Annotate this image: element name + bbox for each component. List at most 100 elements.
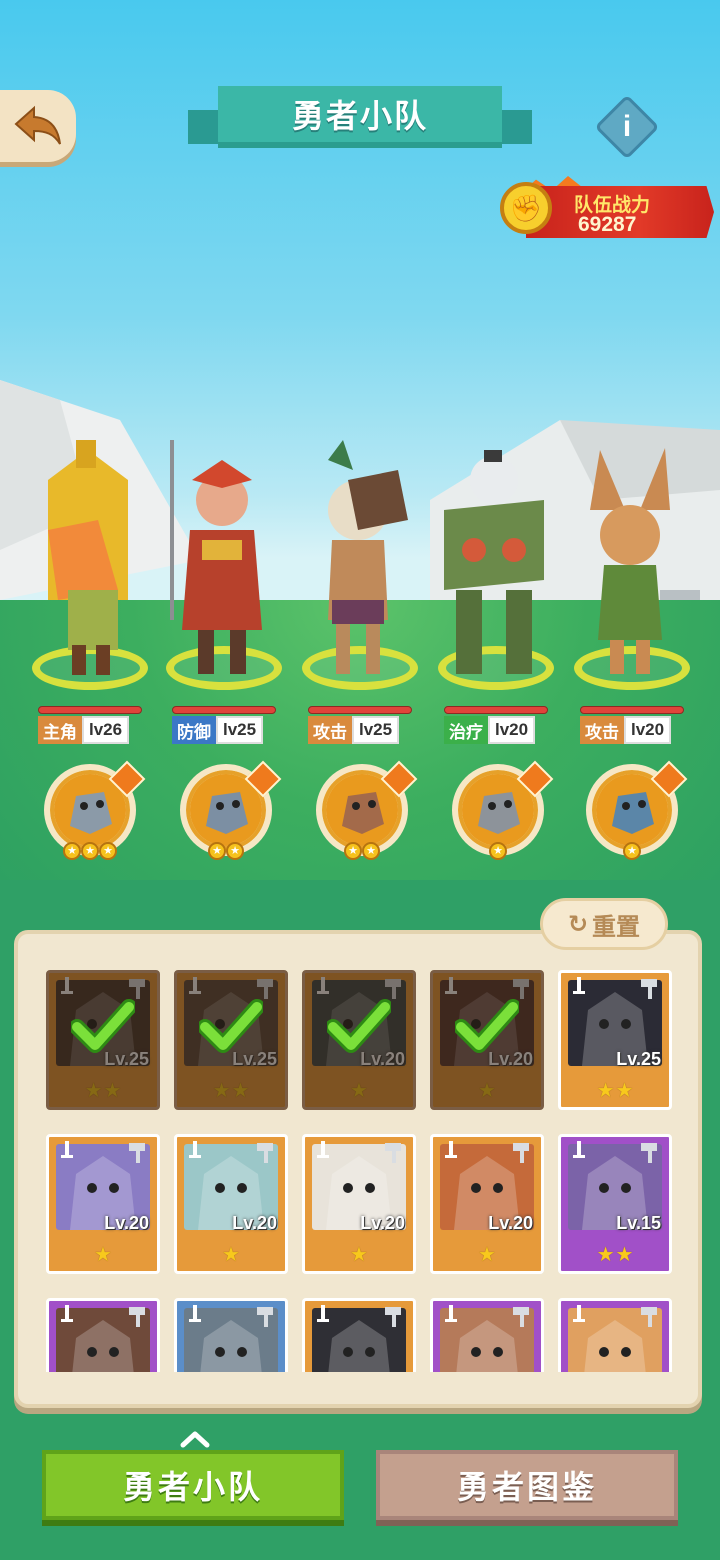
hammer-icon — [573, 1305, 585, 1322]
hero-card[interactable]: Lv.20 ★ — [302, 970, 416, 1110]
star-icon: ★ — [231, 1080, 250, 1102]
hero-card[interactable]: Lv.20 ★ — [46, 1134, 160, 1274]
hero-card[interactable]: Lv.25 ★ ★ — [46, 970, 160, 1110]
ribbon-body: 勇者小队 — [218, 86, 502, 148]
pet-slot-2[interactable]: ★ ★ — [180, 760, 282, 860]
hero-card[interactable]: Lv.20 ★ — [430, 970, 544, 1110]
hero-card[interactable]: Lv.20 ★ — [430, 1134, 544, 1274]
hammer-icon — [129, 1307, 145, 1327]
hero-card[interactable] — [302, 1298, 416, 1372]
info-icon: i — [622, 110, 632, 143]
pet-stars: ★ ★ ★ — [63, 842, 117, 860]
star-icon: ★ — [478, 1080, 496, 1102]
hero-slot-4[interactable] — [434, 440, 554, 690]
hammer-icon — [61, 1305, 73, 1322]
hero-card[interactable] — [174, 1298, 288, 1372]
star-icon: ★ — [94, 1244, 112, 1266]
hero-tag-2: 防御 lv25 — [172, 706, 276, 744]
card-level: Lv.20 — [232, 1213, 277, 1233]
hero-role: 防御 — [172, 716, 216, 744]
star-icon: ★ — [222, 1244, 240, 1266]
pet-slot-5[interactable]: ★ — [586, 760, 688, 860]
hp-bar — [172, 706, 276, 714]
card-stars: ★ — [177, 1245, 285, 1265]
pet-slot-1[interactable]: ★ ★ ★ — [44, 760, 146, 860]
hero-card[interactable] — [46, 1298, 160, 1372]
mech-hero-figure — [444, 450, 544, 674]
hero-tag-5: 攻击 lv20 — [580, 706, 684, 744]
hero-card[interactable]: Lv.20 ★ — [174, 1134, 288, 1274]
card-stars: ★ — [433, 1081, 541, 1101]
card-stars: ★ ★ — [177, 1081, 285, 1101]
roster-grid[interactable]: Lv.25 ★ ★ Lv.25 ★ ★ Lv.20 ★ Lv.20 ★ Lv.25 ★ ★ Lv.20 ★ L… — [30, 962, 682, 1372]
hero-card[interactable]: Lv.15 ★ ★ — [558, 1134, 672, 1274]
star-icon: ★ — [344, 842, 362, 860]
card-stars: ★ — [305, 1245, 413, 1265]
pet-stars: ★ ★ — [208, 842, 244, 860]
card-stars: ★ ★ — [561, 1081, 669, 1101]
star-icon: ★ — [596, 1244, 615, 1266]
hammer-icon — [513, 1307, 529, 1327]
star-icon: ★ — [99, 842, 117, 860]
reset-button[interactable]: ↻ 重置 — [540, 898, 668, 950]
card-level: Lv.20 — [488, 1213, 533, 1233]
sword-icon — [317, 977, 329, 994]
hero-tag-1: 主角 lv26 — [38, 706, 142, 744]
tab-hero-catalog[interactable]: 勇者图鉴 — [376, 1450, 678, 1520]
hammer-icon — [257, 1307, 273, 1327]
sword-icon — [61, 1141, 73, 1158]
star-icon: ★ — [81, 842, 99, 860]
refresh-icon: ↻ — [567, 910, 589, 938]
hero-card[interactable] — [430, 1298, 544, 1372]
hero-card[interactable]: Lv.25 ★ ★ — [558, 970, 672, 1110]
hero-slot-5[interactable] — [570, 440, 690, 690]
star-icon: ★ — [350, 1244, 368, 1266]
hp-bar — [308, 706, 412, 714]
star-icon: ★ — [615, 1244, 634, 1266]
role-level-tag: 攻击 lv20 — [580, 716, 672, 744]
hammer-icon — [573, 1141, 585, 1158]
sword-icon — [445, 977, 457, 994]
hammer-icon — [257, 979, 273, 999]
hammer-icon — [641, 1307, 657, 1327]
hammer-icon — [641, 979, 657, 999]
hero-card[interactable] — [558, 1298, 672, 1372]
hammer-icon — [385, 1143, 401, 1163]
hero-slot-1[interactable] — [28, 440, 148, 690]
hero-slot-3[interactable] — [298, 440, 418, 690]
role-level-tag: 攻击 lv25 — [308, 716, 400, 744]
hammer-icon — [129, 1143, 145, 1163]
hero-slot-2[interactable] — [162, 440, 282, 690]
role-level-tag: 治疗 lv20 — [444, 716, 536, 744]
hp-bar — [580, 706, 684, 714]
card-stars: ★ ★ — [49, 1081, 157, 1101]
hero-role: 主角 — [38, 716, 82, 744]
tab-hero-catalog-label: 勇者图鉴 — [456, 1469, 597, 1505]
card-stars: ★ — [49, 1245, 157, 1265]
hero-level: lv20 — [624, 716, 672, 744]
sword-icon — [61, 977, 73, 994]
hero-level: lv25 — [216, 716, 264, 744]
star-icon: ★ — [208, 842, 226, 860]
role-level-tag: 防御 lv25 — [172, 716, 264, 744]
chevron-up-icon[interactable] — [180, 1430, 210, 1448]
hero-level: lv20 — [488, 716, 536, 744]
tab-hero-team[interactable]: 勇者小队 — [42, 1450, 344, 1520]
back-button[interactable] — [0, 90, 76, 162]
card-level: Lv.15 — [616, 1213, 661, 1233]
star-icon: ★ — [103, 1080, 122, 1102]
pet-stars: ★ — [489, 842, 507, 860]
pet-slot-3[interactable]: ★ ★ — [316, 760, 418, 860]
hero-card[interactable]: Lv.20 ★ — [302, 1134, 416, 1274]
hammer-icon — [385, 1307, 401, 1327]
card-stars: ★ ★ — [561, 1245, 669, 1265]
star-icon: ★ — [63, 842, 81, 860]
card-level: Lv.20 — [360, 1213, 405, 1233]
sword-icon — [317, 1305, 329, 1322]
hero-level: lv26 — [82, 716, 130, 744]
hp-bar — [444, 706, 548, 714]
giraffe-hero-figure — [48, 440, 128, 675]
pet-slot-4[interactable]: ★ — [452, 760, 554, 860]
hammer-icon — [513, 1143, 529, 1163]
hero-card[interactable]: Lv.25 ★ ★ — [174, 970, 288, 1110]
